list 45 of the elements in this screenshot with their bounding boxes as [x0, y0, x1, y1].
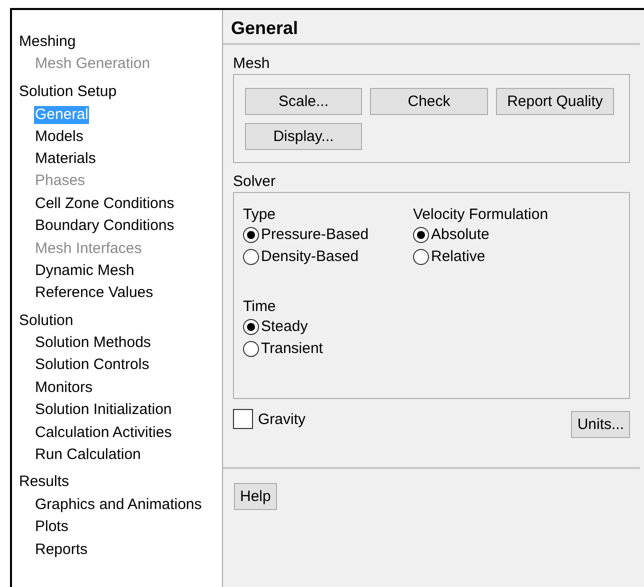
tree-item[interactable]: Reference Values — [34, 283, 154, 306]
radio-button[interactable] — [243, 319, 259, 335]
option-label: Velocity Formulation — [413, 206, 548, 224]
tree-item[interactable]: Reports — [34, 540, 89, 562]
radio-button[interactable] — [243, 249, 259, 265]
mesh-button[interactable]: Check — [370, 88, 488, 115]
checkbox[interactable] — [233, 409, 253, 429]
radio-label: Steady — [261, 317, 308, 337]
radio-button[interactable] — [243, 227, 259, 243]
radio-label: Pressure-Based — [261, 225, 369, 245]
tree-item[interactable]: Graphics and Animations — [34, 494, 203, 518]
tree-item[interactable]: Solution Controls — [34, 355, 150, 378]
tree-item[interactable]: Run Calculation — [34, 445, 142, 468]
tree-item[interactable]: Solution Methods — [34, 333, 152, 356]
units-button[interactable]: Units... — [571, 411, 630, 438]
checkbox-label: Gravity — [258, 410, 306, 428]
tree-item[interactable]: Solution Initialization — [34, 400, 173, 423]
group-label: Mesh — [233, 55, 270, 72]
tree-item[interactable]: Cell Zone Conditions — [34, 194, 176, 216]
tree-item[interactable]: Calculation Activities — [34, 422, 173, 446]
tree-category[interactable]: Results — [19, 472, 70, 495]
help-button[interactable]: Help — [234, 483, 277, 510]
radio-button[interactable] — [243, 341, 259, 357]
tree-item[interactable]: Models — [34, 126, 84, 149]
panel-title: General — [223, 10, 640, 45]
radio-label: Absolute — [431, 225, 490, 245]
radio-button[interactable] — [413, 249, 429, 265]
mesh-button[interactable]: Report Quality — [496, 88, 614, 115]
tree-item[interactable]: Materials — [34, 148, 97, 172]
radio-button[interactable] — [413, 227, 429, 243]
radio-label: Relative — [431, 247, 486, 267]
option-label: Time — [243, 298, 276, 316]
tree-category[interactable]: Solution Setup — [19, 82, 117, 104]
option-label: Type — [243, 206, 276, 224]
tree-item[interactable]: Dynamic Mesh — [34, 260, 136, 284]
mesh-button[interactable]: Scale... — [245, 88, 362, 115]
radio-label: Density-Based — [261, 247, 359, 267]
group-label: Solver — [233, 173, 276, 190]
tree-category[interactable]: Solution — [19, 310, 74, 334]
tree-item[interactable]: Plots — [34, 517, 70, 540]
tree-item[interactable]: Monitors — [34, 378, 94, 400]
tree-item[interactable]: Boundary Conditions — [34, 216, 176, 239]
mesh-button[interactable]: Display... — [245, 123, 362, 150]
tree-category[interactable]: Meshing — [19, 32, 76, 54]
radio-label: Transient — [261, 339, 323, 359]
